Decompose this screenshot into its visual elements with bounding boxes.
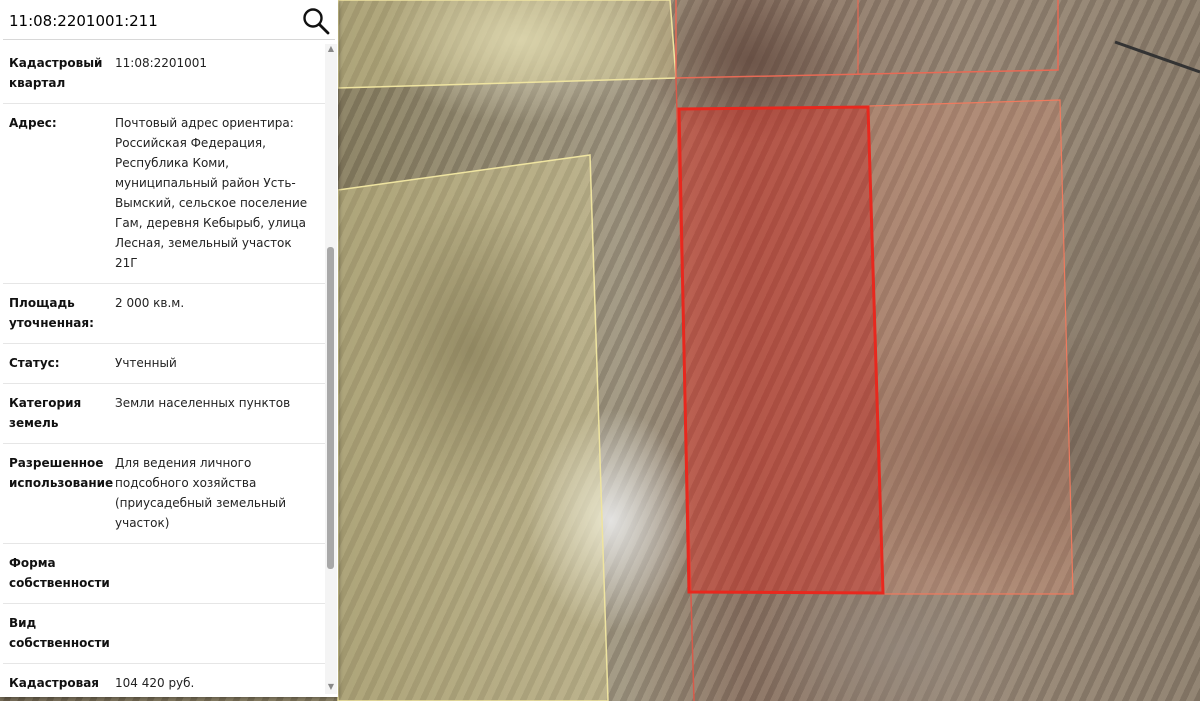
- info-row-area: Площадь уточненная: 2 000 кв.м.: [3, 283, 325, 344]
- scroll-up-arrow-icon[interactable]: ▲: [326, 44, 336, 54]
- road-boundary: [1114, 40, 1200, 74]
- neighbor-parcel-right[interactable]: [867, 99, 1074, 595]
- info-key: Форма собственности: [3, 543, 110, 604]
- info-key: Разрешенное использование: [3, 443, 113, 544]
- info-key: Кадастровый квартал: [3, 44, 109, 104]
- selected-parcel[interactable]: [677, 105, 885, 595]
- info-value: Учтенный: [109, 343, 325, 384]
- info-value: Почтовый адрес ориентира: Российская Фед…: [109, 103, 325, 284]
- info-value: Для ведения личного подсобного хозяйства…: [109, 443, 325, 544]
- info-row-permitted-use: Разрешенное использование Для ведения ли…: [3, 443, 325, 544]
- info-panel: Кадастровый квартал 11:08:2201001 Адрес:…: [0, 0, 338, 697]
- scroll-down-arrow-icon[interactable]: ▼: [326, 682, 336, 692]
- info-key: Вид собственности: [3, 603, 110, 664]
- info-value: [109, 603, 325, 664]
- info-value: 2 000 кв.м.: [109, 283, 325, 344]
- info-value: [109, 543, 325, 604]
- scroll-thumb[interactable]: [327, 247, 334, 569]
- info-row-ownership-form: Форма собственности: [3, 543, 325, 604]
- search-icon[interactable]: [301, 6, 331, 36]
- quarter-polygon-top[interactable]: [337, 0, 677, 89]
- info-row-land-category: Категория земель Земли населенных пункто…: [3, 383, 325, 444]
- info-key: Адрес:: [3, 103, 109, 284]
- neighbor-parcel-top[interactable]: [675, 0, 1059, 79]
- info-row-cadastral-value: Кадастровая стоимость 104 420 руб.: [3, 663, 325, 694]
- info-scrollbar[interactable]: ▲ ▼: [325, 44, 337, 694]
- info-value: 11:08:2201001: [109, 44, 325, 104]
- search-bar: [3, 3, 335, 40]
- info-key: Площадь уточненная:: [3, 283, 109, 344]
- info-key: Кадастровая стоимость: [3, 663, 109, 694]
- info-value: Земли населенных пунктов: [109, 383, 325, 444]
- info-table: Кадастровый квартал 11:08:2201001 Адрес:…: [3, 44, 325, 694]
- info-key: Статус:: [3, 343, 109, 384]
- info-row-ownership-type: Вид собственности: [3, 603, 325, 664]
- info-row-address: Адрес: Почтовый адрес ориентира: Российс…: [3, 103, 325, 284]
- quarter-polygon-left[interactable]: [337, 154, 609, 701]
- cadastral-number-input[interactable]: [7, 7, 301, 35]
- info-list[interactable]: Кадастровый квартал 11:08:2201001 Адрес:…: [3, 44, 325, 694]
- info-row-cadastral-quarter: Кадастровый квартал 11:08:2201001: [3, 44, 325, 104]
- info-key: Категория земель: [3, 383, 109, 444]
- info-row-status: Статус: Учтенный: [3, 343, 325, 384]
- info-value: 104 420 руб.: [109, 663, 325, 694]
